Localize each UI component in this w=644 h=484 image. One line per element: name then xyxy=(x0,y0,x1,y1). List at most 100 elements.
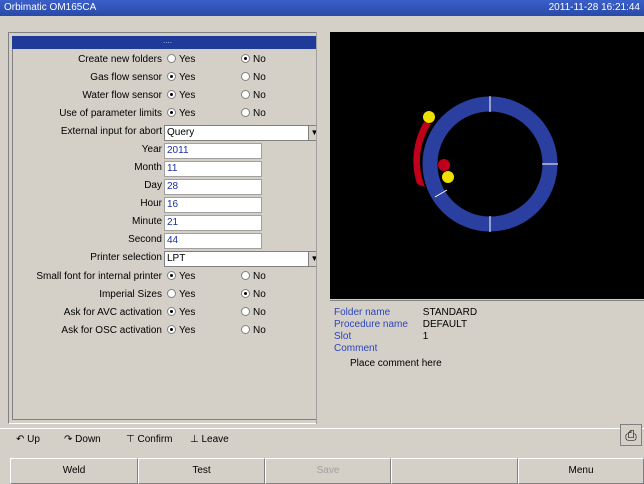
test-button[interactable]: Test xyxy=(138,458,265,484)
radio-icon xyxy=(241,307,250,316)
function-keys: Weld Test Save Menu xyxy=(0,458,644,484)
row-day: Day 28 xyxy=(9,178,328,196)
row-imperial: Imperial Sizes Yes No xyxy=(9,287,328,305)
row-hour: Hour 16 xyxy=(9,196,328,214)
param-limits-label: Use of parameter limits xyxy=(59,108,162,119)
comment-key: Comment xyxy=(334,343,378,354)
radio-selected-icon xyxy=(241,54,250,63)
create-folders-label: Create new folders xyxy=(78,54,162,65)
external-abort-select[interactable]: Query ▼ xyxy=(164,125,321,141)
row-gas-flow: Gas flow sensor Yes No xyxy=(9,70,328,88)
settings-scrollbar[interactable] xyxy=(316,32,329,424)
radio-selected-icon xyxy=(167,307,176,316)
settings-panel: .... Create new folders Yes No Gas flow … xyxy=(8,32,327,424)
orbit-diagram xyxy=(413,96,558,232)
printer-icon[interactable]: ⎙ xyxy=(620,424,642,446)
param-limits-yes[interactable]: Yes xyxy=(167,108,195,119)
row-month: Month 11 xyxy=(9,160,328,178)
gas-flow-no[interactable]: No xyxy=(241,72,266,83)
navigation-bar: ↶ Up ↷ Down ⊤ Confirm ⊥ Leave xyxy=(0,428,644,450)
water-flow-no[interactable]: No xyxy=(241,90,266,101)
water-flow-yes[interactable]: Yes xyxy=(167,90,195,101)
radio-icon xyxy=(167,54,176,63)
avc-no[interactable]: No xyxy=(241,307,266,318)
gas-flow-yes[interactable]: Yes xyxy=(167,72,195,83)
avc-label: Ask for AVC activation xyxy=(63,307,162,318)
nav-confirm[interactable]: ⊤ Confirm xyxy=(126,434,173,445)
menu-button[interactable]: Menu xyxy=(518,458,644,484)
procedure-row: Procedure name DEFAULT xyxy=(334,319,467,330)
minute-input[interactable]: 21 xyxy=(164,215,262,231)
slot-key: Slot xyxy=(334,331,352,342)
nav-down[interactable]: ↷ Down xyxy=(64,434,101,445)
small-font-yes[interactable]: Yes xyxy=(167,271,195,282)
osc-label: Ask for OSC activation xyxy=(61,325,162,336)
year-label: Year xyxy=(141,144,162,155)
row-param-limits: Use of parameter limits Yes No xyxy=(9,106,328,124)
month-label: Month xyxy=(134,162,162,173)
confirm-icon: ⊤ xyxy=(126,434,138,445)
radio-icon xyxy=(241,325,250,334)
create-folders-yes[interactable]: Yes xyxy=(167,54,195,65)
radio-icon xyxy=(167,289,176,298)
day-input[interactable]: 28 xyxy=(164,179,262,195)
radio-icon xyxy=(241,271,250,280)
printer-select[interactable]: LPT ▼ xyxy=(164,251,321,267)
empty-button[interactable] xyxy=(391,458,518,484)
row-year: Year 2011 xyxy=(9,142,328,160)
nav-up[interactable]: ↶ Up xyxy=(16,434,40,445)
year-input[interactable]: 2011 xyxy=(164,143,262,159)
radio-icon xyxy=(241,72,250,81)
second-label: Second xyxy=(128,234,162,245)
weld-button[interactable]: Weld xyxy=(10,458,138,484)
small-font-no[interactable]: No xyxy=(241,271,266,282)
external-abort-label: External input for abort xyxy=(60,126,162,137)
row-water-flow: Water flow sensor Yes No xyxy=(9,88,328,106)
folder-key: Folder name xyxy=(334,307,391,318)
avc-yes[interactable]: Yes xyxy=(167,307,195,318)
start-marker xyxy=(423,111,435,123)
radio-selected-icon xyxy=(167,271,176,280)
title-bar: Orbimatic OM165CA 2011-11-28 16:21:44 xyxy=(0,0,644,16)
nav-leave[interactable]: ⊥ Leave xyxy=(190,434,229,445)
imperial-yes[interactable]: Yes xyxy=(167,289,195,300)
slot-value: 1 xyxy=(422,331,429,342)
radio-selected-icon xyxy=(241,289,250,298)
row-printer: Printer selection LPT ▼ xyxy=(9,250,328,268)
row-avc: Ask for AVC activation Yes No xyxy=(9,305,328,323)
create-folders-no[interactable]: No xyxy=(241,54,266,65)
row-small-font: Small font for internal printer Yes No xyxy=(9,269,328,287)
second-input[interactable]: 44 xyxy=(164,233,262,249)
hour-input[interactable]: 16 xyxy=(164,197,262,213)
radio-selected-icon xyxy=(167,90,176,99)
weld-head-preview xyxy=(330,32,644,299)
procedure-info-panel: Folder name STANDARD Procedure name DEFA… xyxy=(330,300,644,424)
up-arrow-icon: ↶ xyxy=(16,434,28,445)
comment-value: Place comment here xyxy=(350,358,442,369)
osc-no[interactable]: No xyxy=(241,325,266,336)
folder-value: STANDARD xyxy=(422,307,478,318)
radio-selected-icon xyxy=(167,108,176,117)
gas-flow-label: Gas flow sensor xyxy=(90,72,162,83)
printer-label: Printer selection xyxy=(90,252,162,263)
end-marker xyxy=(442,171,454,183)
row-create-folders: Create new folders Yes No xyxy=(9,52,328,70)
procedure-key: Procedure name xyxy=(334,319,408,330)
torch-position-marker xyxy=(438,159,450,171)
save-button[interactable]: Save xyxy=(265,458,391,484)
row-osc: Ask for OSC activation Yes No xyxy=(9,323,328,341)
day-label: Day xyxy=(144,180,162,191)
small-font-label: Small font for internal printer xyxy=(36,271,162,282)
minute-label: Minute xyxy=(131,216,162,227)
osc-yes[interactable]: Yes xyxy=(167,325,195,336)
folder-row: Folder name STANDARD xyxy=(334,307,477,318)
param-limits-no[interactable]: No xyxy=(241,108,266,119)
row-external-abort: External input for abort Query ▼ xyxy=(9,124,328,142)
down-arrow-icon: ↷ xyxy=(64,434,76,445)
imperial-no[interactable]: No xyxy=(241,289,266,300)
month-input[interactable]: 11 xyxy=(164,161,262,177)
app-title: Orbimatic OM165CA xyxy=(4,2,97,13)
imperial-label: Imperial Sizes xyxy=(99,289,162,300)
slot-row: Slot 1 xyxy=(334,331,428,342)
selection-bar[interactable]: .... xyxy=(12,36,323,49)
